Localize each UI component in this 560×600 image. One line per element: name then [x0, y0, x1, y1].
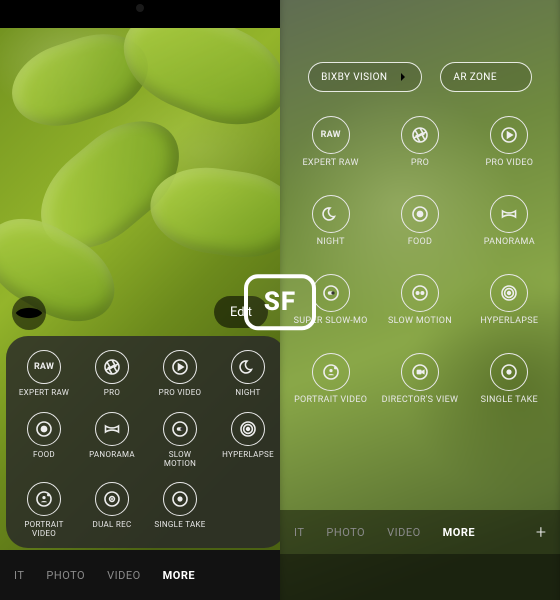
mode-label: DUAL REC	[93, 521, 132, 530]
bixby-vision-button[interactable]: BIXBY VISION	[308, 62, 422, 92]
mode-night[interactable]: NIGHT	[214, 350, 280, 398]
ar-zone-button[interactable]: AR ZONE	[440, 62, 532, 92]
dual-rec-icon	[95, 482, 129, 516]
mode-panorama[interactable]: PANORAMA	[78, 412, 146, 469]
mode-label: FOOD	[33, 451, 55, 460]
tab-video[interactable]: VIDEO	[387, 526, 421, 539]
mode-label: SINGLE TAKE	[481, 396, 538, 406]
food-icon	[27, 412, 61, 446]
tab-portrait[interactable]: IT	[14, 569, 24, 582]
mode-portrait-video[interactable]: PORTRAIT VIDEO	[286, 353, 375, 406]
mode-label: HYPERLAPSE	[480, 317, 538, 327]
pro-video-icon	[163, 350, 197, 384]
slow-motion-icon	[401, 274, 439, 312]
chevron-right-icon	[397, 71, 409, 83]
mode-expert-raw[interactable]: RAW EXPERT RAW	[286, 116, 375, 169]
bixby-vision-label: BIXBY VISION	[321, 72, 387, 83]
mode-label: EXPERT RAW	[19, 389, 69, 398]
download-icon	[507, 71, 519, 83]
mode-label: NIGHT	[235, 389, 260, 398]
mode-hyperlapse[interactable]: HYPERLAPSE	[214, 412, 280, 469]
watermark-badge: SF	[244, 274, 316, 330]
tab-video[interactable]: VIDEO	[107, 569, 141, 582]
single-take-icon	[163, 482, 197, 516]
mode-panorama[interactable]: PANORAMA	[465, 195, 554, 248]
mode-label: FOOD	[408, 238, 432, 248]
mode-label: SLOW MOTION	[164, 451, 196, 469]
mode-single-take[interactable]: SINGLE TAKE	[465, 353, 554, 406]
mode-single-take[interactable]: SINGLE TAKE	[146, 482, 214, 539]
mode-label: NIGHT	[317, 238, 345, 248]
single-take-icon	[490, 353, 528, 391]
more-modes-grid: RAW EXPERT RAW PRO PRO VIDEO NIGHT FOOD PANORA…	[280, 116, 560, 508]
mode-directors-view[interactable]: DIRECTOR'S VIEW	[375, 353, 464, 406]
night-icon	[231, 350, 265, 384]
mode-label: PRO	[411, 159, 429, 169]
pro-icon	[95, 350, 129, 384]
mode-hyperlapse[interactable]: HYPERLAPSE	[465, 274, 554, 327]
tab-portrait[interactable]: IT	[294, 526, 304, 539]
mode-label: PANORAMA	[89, 451, 135, 460]
slow-motion-icon	[163, 412, 197, 446]
directors-view-icon	[401, 353, 439, 391]
tab-more[interactable]: MORE	[163, 569, 195, 582]
portrait-video-icon	[312, 353, 350, 391]
add-mode-button[interactable]: +	[536, 522, 546, 543]
ar-zone-label: AR ZONE	[453, 72, 497, 83]
mode-dual-rec[interactable]: DUAL REC	[78, 482, 146, 539]
mode-pro[interactable]: PRO	[78, 350, 146, 398]
pro-icon	[401, 116, 439, 154]
portrait-video-icon	[27, 482, 61, 516]
super-slow-mo-icon	[312, 274, 350, 312]
preview-toggle-button[interactable]	[12, 296, 46, 330]
panorama-icon	[95, 412, 129, 446]
tab-photo[interactable]: PHOTO	[326, 526, 365, 539]
mode-food[interactable]: FOOD	[375, 195, 464, 248]
mode-pro-video[interactable]: PRO VIDEO	[146, 350, 214, 398]
mode-night[interactable]: NIGHT	[286, 195, 375, 248]
mode-label: HYPERLAPSE	[222, 451, 274, 460]
mode-tabbar-left: IT PHOTO VIDEO MORE	[0, 550, 280, 600]
more-modes-sheet: RAW EXPERT RAW PRO PRO VIDEO NIGHT FOOD PANORA…	[6, 336, 280, 548]
mode-expert-raw[interactable]: RAW EXPERT RAW	[10, 350, 78, 398]
mode-label: SLOW MOTION	[388, 317, 452, 327]
mode-label: PORTRAIT VIDEO	[294, 396, 367, 406]
tab-photo[interactable]: PHOTO	[46, 569, 85, 582]
mode-label: EXPERT RAW	[303, 159, 359, 169]
mode-tabbar-right: IT PHOTO VIDEO MORE +	[280, 510, 560, 554]
mode-portrait-video[interactable]: PORTRAIT VIDEO	[10, 482, 78, 539]
status-bar	[0, 0, 280, 28]
mode-label: SINGLE TAKE	[154, 521, 205, 530]
watermark-text: SF	[264, 287, 296, 317]
panorama-icon	[490, 195, 528, 233]
mode-label: PRO	[104, 389, 120, 398]
mode-food[interactable]: FOOD	[10, 412, 78, 469]
hyperlapse-icon	[490, 274, 528, 312]
mode-label: PANORAMA	[484, 238, 535, 248]
expert-raw-icon: RAW	[312, 116, 350, 154]
bottom-spacer	[280, 554, 560, 600]
left-screenshot: Edit RAWEXPERT RAWPROPRO VIDEONIGHTFOODP…	[0, 0, 280, 600]
pro-video-icon	[490, 116, 528, 154]
mode-label: PRO VIDEO	[485, 159, 533, 169]
mode-label: DIRECTOR'S VIEW	[382, 396, 459, 406]
mode-slow-motion[interactable]: SLOW MOTION	[146, 412, 214, 469]
eye-icon	[12, 296, 46, 330]
mode-pro-video[interactable]: PRO VIDEO	[465, 116, 554, 169]
night-icon	[312, 195, 350, 233]
top-pill-row: BIXBY VISION AR ZONE	[280, 62, 560, 92]
mode-pro[interactable]: PRO	[375, 116, 464, 169]
right-screenshot: BIXBY VISION AR ZONE RAW EXPERT RAW PRO PRO…	[280, 0, 560, 600]
mode-label: PRO VIDEO	[159, 389, 202, 398]
hyperlapse-icon	[231, 412, 265, 446]
mode-slow-motion[interactable]: SLOW MOTION	[375, 274, 464, 327]
mode-label: PORTRAIT VIDEO	[24, 521, 63, 539]
tab-more[interactable]: MORE	[443, 526, 475, 539]
food-icon	[401, 195, 439, 233]
expert-raw-icon: RAW	[27, 350, 61, 384]
